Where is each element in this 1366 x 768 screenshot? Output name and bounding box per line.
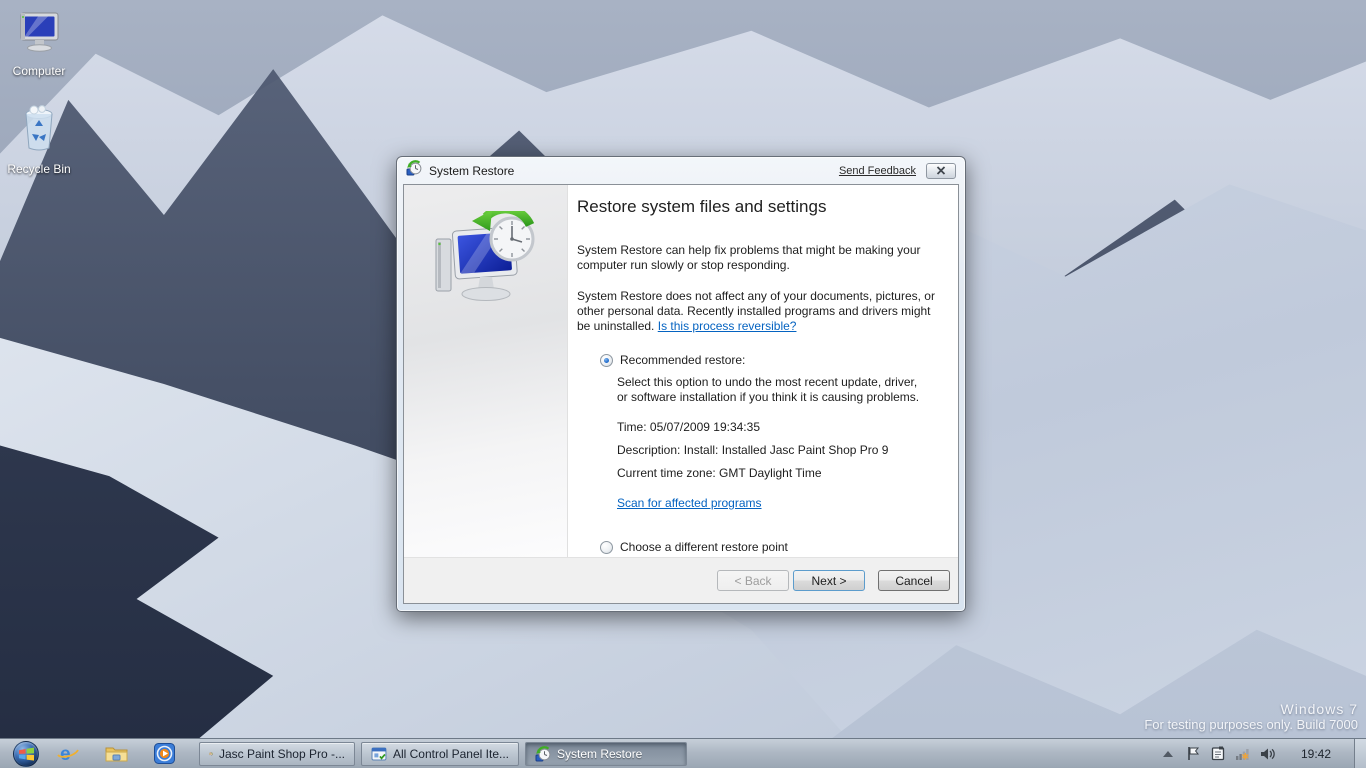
back-button[interactable]: < Back xyxy=(717,570,789,591)
network-status-button[interactable]: ✱ xyxy=(1235,746,1251,762)
details-paragraph: System Restore does not affect any of yo… xyxy=(577,289,938,334)
quicklaunch-media-player[interactable] xyxy=(144,741,184,767)
intro-paragraph: System Restore can help fix problems tha… xyxy=(577,243,938,273)
windows-flag-icon xyxy=(19,747,34,761)
choose-different-label: Choose a different restore point xyxy=(620,540,788,554)
quicklaunch-windows-explorer[interactable] xyxy=(96,741,136,767)
svg-text:✱: ✱ xyxy=(1241,752,1249,762)
action-center-button[interactable] xyxy=(1185,746,1201,762)
watermark-build: For testing purposes only. Build 7000 xyxy=(1144,717,1358,732)
wizard-side-panel xyxy=(404,185,568,557)
network-no-internet-icon: ✱ xyxy=(1235,746,1251,761)
radio-button-icon[interactable] xyxy=(600,541,613,554)
reversible-link[interactable]: Is this process reversible? xyxy=(658,319,797,333)
taskbar-button-label: System Restore xyxy=(557,747,642,761)
system-restore-large-icon xyxy=(430,211,542,311)
paint-palette-icon xyxy=(209,746,213,762)
restore-point-time: Time: 05/07/2009 19:34:35 xyxy=(617,420,938,435)
system-restore-window: System Restore Send Feedback xyxy=(396,156,966,612)
recommended-description: Select this option to undo the most rece… xyxy=(617,375,927,405)
system-tray: ✱ 19:42 xyxy=(1160,739,1366,768)
window-titlebar[interactable]: System Restore Send Feedback xyxy=(397,157,965,184)
dialog-footer: < Back Next > Cancel xyxy=(404,557,958,603)
control-panel-icon xyxy=(371,746,387,762)
close-button[interactable] xyxy=(926,163,956,179)
scan-affected-programs-link[interactable]: Scan for affected programs xyxy=(617,496,762,510)
desktop-icon-label: Computer xyxy=(13,64,66,78)
recommended-restore-label: Recommended restore: xyxy=(620,353,745,367)
recycle-bin-icon xyxy=(2,102,76,157)
system-restore-icon xyxy=(406,160,422,181)
start-button[interactable] xyxy=(13,741,39,767)
cancel-button[interactable]: Cancel xyxy=(878,570,950,591)
wizard-content: Restore system files and settings System… xyxy=(568,185,958,557)
page-title: Restore system files and settings xyxy=(577,197,938,217)
radio-button-icon[interactable] xyxy=(600,354,613,367)
taskbar-button-label: All Control Panel Ite... xyxy=(393,747,509,761)
quicklaunch-internet-explorer[interactable]: e xyxy=(48,741,88,767)
show-hidden-icons-button[interactable] xyxy=(1160,746,1176,762)
taskbar: e xyxy=(0,738,1366,768)
volume-button[interactable] xyxy=(1260,746,1276,762)
next-button[interactable]: Next > xyxy=(793,570,865,591)
chevron-up-icon xyxy=(1163,751,1173,757)
media-player-icon xyxy=(154,743,175,764)
desktop-icon-computer[interactable]: Computer xyxy=(2,8,76,80)
taskbar-button-system-restore[interactable]: System Restore xyxy=(525,742,687,766)
taskbar-button-label: Jasc Paint Shop Pro -... xyxy=(219,747,345,761)
dialog-body: Restore system files and settings System… xyxy=(403,184,959,604)
restore-point-timezone: Current time zone: GMT Daylight Time xyxy=(617,466,938,481)
folder-icon xyxy=(105,744,128,763)
recommended-restore-option[interactable]: Recommended restore: xyxy=(600,353,938,367)
scan-link-container: Scan for affected programs xyxy=(617,494,938,512)
problem-reports-button[interactable] xyxy=(1210,746,1226,762)
desktop: Computer Recycle Bin Windows 7 For testi… xyxy=(0,0,1366,768)
choose-different-option[interactable]: Choose a different restore point xyxy=(600,540,938,554)
window-title: System Restore xyxy=(429,164,514,178)
taskbar-button-control-panel[interactable]: All Control Panel Ite... xyxy=(361,742,519,766)
computer-icon xyxy=(2,8,76,59)
internet-explorer-icon: e xyxy=(56,742,80,766)
desktop-icon-recycle-bin[interactable]: Recycle Bin xyxy=(2,102,76,178)
speaker-icon xyxy=(1260,747,1275,761)
watermark-product: Windows 7 xyxy=(1144,701,1358,717)
report-window-icon xyxy=(1211,746,1225,761)
close-icon xyxy=(936,166,946,175)
show-desktop-button[interactable] xyxy=(1354,739,1366,768)
system-restore-icon xyxy=(535,746,551,762)
svg-text:e: e xyxy=(60,744,71,765)
build-watermark: Windows 7 For testing purposes only. Bui… xyxy=(1144,701,1358,732)
desktop-icon-label: Recycle Bin xyxy=(7,162,70,176)
taskbar-button-jasc-paint-shop[interactable]: Jasc Paint Shop Pro -... xyxy=(199,742,355,766)
flag-icon xyxy=(1186,746,1200,761)
restore-point-description: Description: Install: Installed Jasc Pai… xyxy=(617,443,938,458)
send-feedback-link[interactable]: Send Feedback xyxy=(839,165,916,177)
taskbar-clock[interactable]: 19:42 xyxy=(1301,747,1331,761)
